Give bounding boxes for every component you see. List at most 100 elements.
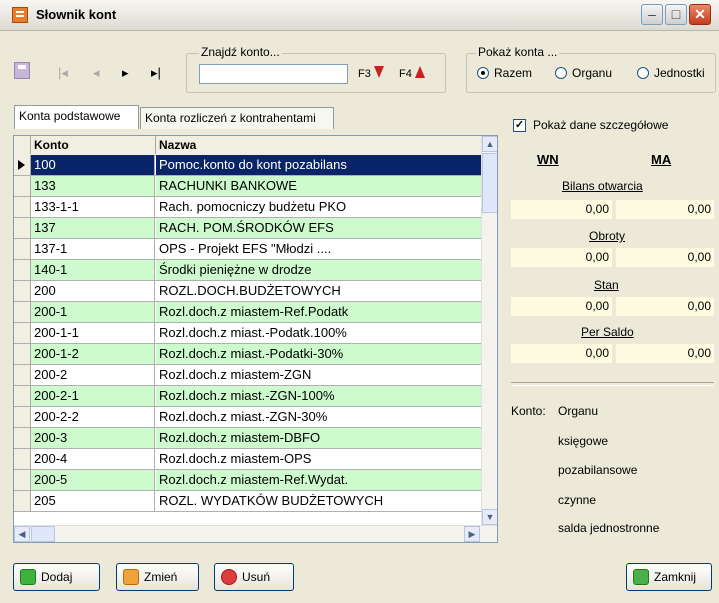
table-row[interactable]: 205 ROZL. WYDATKÓW BUDŻETOWYCH [14,491,481,512]
header-konto[interactable]: Konto [34,138,69,152]
table-row[interactable]: 133-1-1 Rach. pomocniczy budżetu PKO [14,197,481,218]
cell-konto[interactable]: 140-1 [31,260,155,280]
scroll-left-icon[interactable]: ◀ [14,526,30,542]
table-row[interactable]: 200-1-2 Rozl.doch.z miast.-Podatki-30% [14,344,481,365]
table-row[interactable]: 200-2-1 Rozl.doch.z miast.-ZGN-100% [14,386,481,407]
cell-konto[interactable]: 200-5 [31,470,155,490]
cell-nazwa[interactable]: Rozl.doch.z miastem-DBFO [156,428,481,448]
value-saldo-ma: 0,00 [616,344,714,363]
radio-razem[interactable] [477,67,489,79]
cell-nazwa[interactable]: Rozl.doch.z miast.-ZGN-100% [156,386,481,406]
radio-jednostki-label: Jednostki [654,66,705,80]
cell-nazwa[interactable]: Rozl.doch.z miast.-Podatk.100% [156,323,481,343]
row-indicator [14,428,31,448]
section-label-state: Stan [594,278,619,292]
cell-nazwa[interactable]: OPS - Projekt EFS "Młodzi .... [156,239,481,259]
delete-button[interactable]: Usuń [214,563,294,591]
table-row[interactable]: 200-5 Rozl.doch.z miastem-Ref.Wydat. [14,470,481,491]
cell-nazwa[interactable]: RACH. POM.ŚRODKÓW EFS [156,218,481,238]
cell-konto[interactable]: 200-3 [31,428,155,448]
cell-nazwa[interactable]: Rozl.doch.z miast.-Podatki-30% [156,344,481,364]
row-indicator [14,323,31,343]
cell-konto[interactable]: 200-2 [31,365,155,385]
details-divider [511,382,714,386]
cell-nazwa[interactable]: Rozl.doch.z miastem-OPS [156,449,481,469]
value-saldo-wn: 0,00 [511,344,612,363]
table-row[interactable]: 200-2-2 Rozl.doch.z miast.-ZGN-30% [14,407,481,428]
tab-contractor-accounts[interactable]: Konta rozliczeń z kontrahentami [140,107,334,129]
cell-nazwa[interactable]: Rach. pomocniczy budżetu PKO [156,197,481,217]
table-row[interactable]: 200-3 Rozl.doch.z miastem-DBFO [14,428,481,449]
cell-konto[interactable]: 200-1 [31,302,155,322]
add-button[interactable]: Dodaj [13,563,100,591]
previous-record-icon[interactable]: ◂ [93,65,100,81]
table-row[interactable]: 200-2 Rozl.doch.z miastem-ZGN [14,365,481,386]
konto-info-czynne: czynne [558,493,597,507]
cell-nazwa[interactable]: ROZL. WYDATKÓW BUDŻETOWYCH [156,491,481,511]
wn-header: WN [537,152,559,167]
exit-icon [633,569,649,585]
cell-nazwa[interactable]: Rozl.doch.z miast.-ZGN-30% [156,407,481,427]
minimize-button[interactable]: ‒ [641,4,663,25]
table-row[interactable]: 100 Pomoc.konto do kont pozabilans [14,155,481,176]
cell-nazwa[interactable]: Pomoc.konto do kont pozabilans [156,155,481,175]
cell-konto[interactable]: 137 [31,218,155,238]
last-record-icon[interactable]: ▸| [151,65,161,81]
cell-nazwa[interactable]: RACHUNKI BANKOWE [156,176,481,196]
save-icon[interactable] [14,62,30,79]
table-row[interactable]: 137-1 OPS - Projekt EFS "Młodzi .... [14,239,481,260]
table-row[interactable]: 200-4 Rozl.doch.z miastem-OPS [14,449,481,470]
cell-konto[interactable]: 200-1-2 [31,344,155,364]
cell-konto[interactable]: 200-2-1 [31,386,155,406]
cell-nazwa[interactable]: ROZL.DOCH.BUDŻETOWYCH [156,281,481,301]
radio-razem-label: Razem [494,66,533,80]
table-row[interactable]: 200-1-1 Rozl.doch.z miast.-Podatk.100% [14,323,481,344]
edit-icon [123,569,139,585]
horizontal-scrollbar[interactable]: ◀ ▶ [14,525,497,542]
edit-button[interactable]: Zmień [116,563,199,591]
cell-nazwa[interactable]: Rozl.doch.z miastem-Ref.Podatk [156,302,481,322]
cell-konto[interactable]: 133-1-1 [31,197,155,217]
plus-icon [20,569,36,585]
close-button[interactable]: Zamknij [626,563,712,591]
show-details-checkbox[interactable]: ✓ [513,119,526,132]
scroll-down-icon[interactable]: ▼ [482,509,497,525]
close-window-button[interactable]: ✕ [689,4,711,25]
account-dictionary-window: Słownik kont ‒ □ ✕ |◂ ◂ ▸ ▸| Znajdź kont… [0,0,719,603]
cell-nazwa[interactable]: Środki pieniężne w drodze [156,260,481,280]
cell-konto[interactable]: 205 [31,491,155,511]
hscroll-thumb[interactable] [31,526,55,542]
radio-jednostki[interactable] [637,67,649,79]
table-row[interactable]: 137 RACH. POM.ŚRODKÓW EFS [14,218,481,239]
scroll-up-icon[interactable]: ▲ [482,136,497,152]
cell-konto[interactable]: 200-2-2 [31,407,155,427]
cell-konto[interactable]: 137-1 [31,239,155,259]
search-down-arrow-icon[interactable] [374,66,384,78]
cell-nazwa[interactable]: Rozl.doch.z miastem-ZGN [156,365,481,385]
header-indicator-cell [14,136,31,154]
scroll-right-icon[interactable]: ▶ [464,526,480,542]
table-row[interactable]: 133 RACHUNKI BANKOWE [14,176,481,197]
maximize-button[interactable]: □ [665,4,687,25]
table-row[interactable]: 140-1 Środki pieniężne w drodze [14,260,481,281]
search-up-arrow-icon[interactable] [415,66,425,78]
cell-konto[interactable]: 100 [31,155,155,175]
scroll-thumb[interactable] [482,153,497,213]
next-record-icon[interactable]: ▸ [122,65,129,81]
vertical-scrollbar[interactable]: ▲ ▼ [481,136,497,525]
header-nazwa[interactable]: Nazwa [159,138,196,152]
table-row[interactable]: 200 ROZL.DOCH.BUDŻETOWYCH [14,281,481,302]
cell-konto[interactable]: 200-1-1 [31,323,155,343]
cell-konto[interactable]: 200 [31,281,155,301]
cell-nazwa[interactable]: Rozl.doch.z miastem-Ref.Wydat. [156,470,481,490]
radio-organu[interactable] [555,67,567,79]
radio-organu-label: Organu [572,66,613,80]
title-bar: Słownik kont ‒ □ ✕ [0,0,719,31]
cell-konto[interactable]: 133 [31,176,155,196]
search-input[interactable] [199,64,348,84]
value-turnover-ma: 0,00 [616,248,714,267]
tab-basic-accounts[interactable]: Konta podstawowe [14,105,139,129]
first-record-icon[interactable]: |◂ [58,65,68,81]
table-row[interactable]: 200-1 Rozl.doch.z miastem-Ref.Podatk [14,302,481,323]
cell-konto[interactable]: 200-4 [31,449,155,469]
